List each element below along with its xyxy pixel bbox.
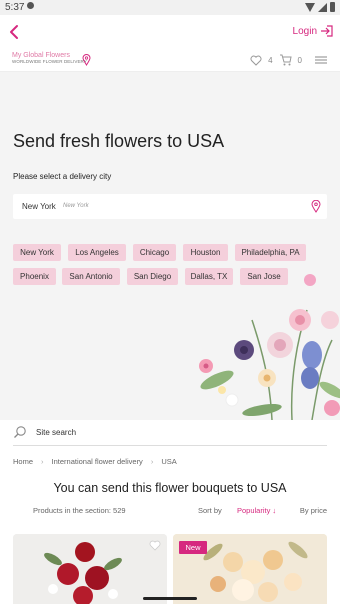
city-input[interactable]: New York New York xyxy=(13,194,327,219)
favorites-count: 4 xyxy=(268,55,273,65)
city-chip[interactable]: Houston xyxy=(183,244,228,261)
cart-icon[interactable] xyxy=(279,54,292,66)
city-chip[interactable]: Chicago xyxy=(133,244,176,261)
product-card[interactable]: New xyxy=(173,534,327,604)
location-pin-icon[interactable] xyxy=(311,200,321,213)
top-bar: Login xyxy=(0,15,340,50)
status-bar: 5:37 xyxy=(0,0,340,15)
city-chip[interactable]: San Antonio xyxy=(62,268,120,285)
logo-title: My Global Flowers xyxy=(12,52,70,59)
logo-tagline: WORLDWIDE FLOWER DELIVERY xyxy=(12,59,87,64)
back-arrow-icon xyxy=(10,25,18,39)
favorite-heart-icon[interactable] xyxy=(149,540,161,551)
login-button[interactable]: Login xyxy=(293,24,334,38)
city-chip[interactable]: San Diego xyxy=(127,268,178,285)
breadcrumb-item[interactable]: International flower delivery xyxy=(52,457,143,466)
breadcrumb-separator: › xyxy=(41,457,44,466)
city-chip[interactable]: Phoenix xyxy=(13,268,56,285)
location-pin-icon xyxy=(82,54,91,66)
page-heading: You can send this flower bouquets to USA xyxy=(53,481,287,495)
product-card[interactable] xyxy=(13,534,167,604)
wifi-icon xyxy=(305,2,315,12)
battery-icon xyxy=(330,2,335,12)
heart-icon[interactable] xyxy=(250,55,262,66)
message-icon xyxy=(27,2,34,9)
login-icon xyxy=(321,25,333,37)
site-header: My Global Flowers WORLDWIDE FLOWER DELIV… xyxy=(0,50,340,72)
back-button[interactable] xyxy=(5,21,27,43)
breadcrumb-item: USA xyxy=(161,457,177,466)
city-chip[interactable]: Los Angeles xyxy=(68,244,126,261)
login-label: Login xyxy=(292,25,317,37)
hero-subtitle: Please select a delivery city xyxy=(13,172,112,181)
sort-by-label: Sort by xyxy=(198,506,222,515)
cart-count: 0 xyxy=(297,55,302,65)
site-logo[interactable]: My Global Flowers WORLDWIDE FLOWER DELIV… xyxy=(12,52,91,66)
new-badge: New xyxy=(179,541,207,554)
catalog-toolbar: Products in the section: 529 Sort by Pop… xyxy=(0,506,340,518)
city-input-value: New York xyxy=(22,202,56,211)
city-input-placeholder: New York xyxy=(63,203,89,209)
status-time: 5:37 xyxy=(5,2,25,13)
sort-popularity-button[interactable]: Popularity ↓ xyxy=(237,506,276,515)
site-search-label: Site search xyxy=(36,428,77,437)
header-actions: 4 0 xyxy=(250,54,328,66)
hero-title: Send fresh flowers to USA xyxy=(13,131,225,151)
search-icon xyxy=(14,426,26,438)
breadcrumb-item[interactable]: Home xyxy=(13,457,33,466)
signal-icon xyxy=(318,2,327,12)
city-chip[interactable]: New York xyxy=(13,244,61,261)
status-icons xyxy=(305,2,335,12)
sort-by-price-button[interactable]: By price xyxy=(300,506,327,515)
city-chip[interactable]: Philadelphia, PA xyxy=(235,244,306,261)
flowers-illustration xyxy=(199,274,340,420)
menu-icon[interactable] xyxy=(314,55,328,65)
breadcrumb: Home › International flower delivery › U… xyxy=(13,457,177,466)
breadcrumb-separator: › xyxy=(150,457,154,466)
products-count: Products in the section: 529 xyxy=(33,506,126,515)
product-image xyxy=(13,534,167,604)
site-search[interactable]: Site search xyxy=(13,420,327,446)
hero-section: Send fresh flowers to USA Please select … xyxy=(0,72,340,420)
gesture-bar[interactable] xyxy=(143,597,197,600)
